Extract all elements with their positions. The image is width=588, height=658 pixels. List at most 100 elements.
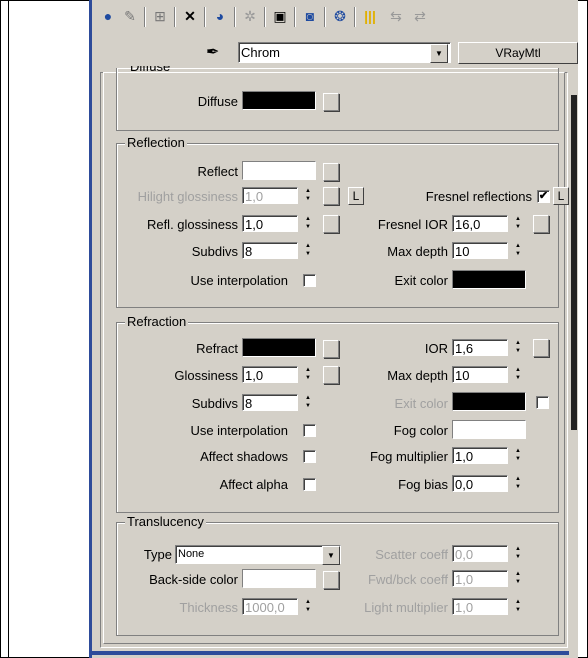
affect-shadows-checkbox[interactable] bbox=[303, 450, 316, 463]
eyedropper-icon[interactable]: ✒ bbox=[206, 42, 219, 62]
light-multiplier-spinner[interactable]: ▲ ▼ bbox=[513, 598, 523, 615]
translucency-type-select[interactable]: None bbox=[175, 545, 341, 564]
go-to-parent-icon[interactable]: ||| bbox=[360, 6, 380, 26]
hilight-lock-button[interactable]: L bbox=[348, 187, 364, 205]
thickness-field[interactable]: 1000,0 bbox=[242, 598, 298, 615]
diffuse-map-button[interactable] bbox=[323, 93, 339, 111]
thickness-spinner[interactable]: ▲ ▼ bbox=[303, 598, 313, 615]
toolbar-separator bbox=[234, 7, 236, 27]
refract-color-swatch[interactable] bbox=[242, 338, 316, 357]
fresnel-ior-label: Fresnel IOR bbox=[377, 217, 448, 232]
material-type-button[interactable]: VRayMtl bbox=[458, 42, 578, 64]
refraction-subdivs-field[interactable]: 8 bbox=[242, 394, 298, 411]
fog-multiplier-spinner[interactable]: ▲ ▼ bbox=[513, 447, 523, 464]
show-in-viewport-icon[interactable]: ◙ bbox=[300, 6, 320, 26]
reflection-use-interpolation-checkbox[interactable] bbox=[303, 274, 316, 287]
diffuse-group-title: Diffuse bbox=[130, 66, 171, 74]
refraction-glossiness-field[interactable]: 1,0 bbox=[242, 366, 298, 383]
show-end-result-icon[interactable]: ❂ bbox=[330, 6, 350, 26]
fwd-bck-coeff-spinner[interactable]: ▲ ▼ bbox=[513, 570, 523, 587]
reflection-max-depth-field[interactable]: 10 bbox=[452, 242, 508, 259]
fog-bias-value: 0,0 bbox=[455, 477, 474, 492]
translucency-type-value: None bbox=[178, 548, 205, 560]
refraction-glossiness-map-button[interactable] bbox=[323, 366, 339, 384]
material-effects-icon[interactable]: ✲ bbox=[240, 6, 260, 26]
refraction-max-depth-spinner[interactable]: ▲ ▼ bbox=[513, 366, 523, 383]
fresnel-ior-spinner[interactable]: ▲ ▼ bbox=[513, 215, 523, 232]
fresnel-reflections-checkbox[interactable]: ✔ bbox=[537, 190, 550, 203]
reflect-color-swatch[interactable] bbox=[242, 161, 316, 180]
translucency-type-label: Type bbox=[143, 547, 172, 562]
reflect-map-button[interactable] bbox=[323, 163, 339, 181]
refraction-glossiness-spinner[interactable]: ▲ ▼ bbox=[303, 366, 313, 383]
refraction-subdivs-spinner[interactable]: ▲ ▼ bbox=[303, 394, 313, 411]
refl-glossiness-spinner[interactable]: ▲ ▼ bbox=[303, 215, 313, 232]
toolbar-separator bbox=[354, 7, 356, 27]
left-divider bbox=[8, 0, 9, 658]
translucency-type-dropdown-icon[interactable]: ▼ bbox=[322, 546, 340, 565]
go-forward-sibling-icon[interactable]: ⇆ bbox=[386, 6, 406, 26]
refract-map-button[interactable] bbox=[323, 340, 339, 358]
fresnel-ior-map-button[interactable] bbox=[533, 215, 549, 233]
panel-bottom-border bbox=[89, 651, 569, 655]
fresnel-ior-field[interactable]: 16,0 bbox=[452, 215, 508, 232]
reflection-max-depth-spinner[interactable]: ▲ ▼ bbox=[513, 242, 523, 259]
refl-glossiness-field[interactable]: 1,0 bbox=[242, 215, 298, 232]
fog-multiplier-field[interactable]: 1,0 bbox=[452, 447, 508, 464]
back-side-color-map-button[interactable] bbox=[323, 571, 339, 589]
refraction-max-depth-field[interactable]: 10 bbox=[452, 366, 508, 383]
toolbar-separator bbox=[324, 7, 326, 27]
refraction-exit-color-swatch[interactable] bbox=[452, 392, 526, 411]
reflection-group-title: Reflection bbox=[125, 135, 187, 150]
refraction-use-interpolation-checkbox[interactable] bbox=[303, 424, 316, 437]
material-name-dropdown-icon[interactable]: ▼ bbox=[430, 44, 448, 63]
put-to-library-icon[interactable]: ▣ bbox=[270, 6, 290, 26]
back-side-color-swatch[interactable] bbox=[242, 569, 316, 588]
scrollbar-thumb[interactable] bbox=[571, 95, 577, 430]
toolbar-separator bbox=[264, 7, 266, 27]
delete-icon[interactable]: ✕ bbox=[180, 6, 200, 26]
hilight-glossiness-label: Hilight glossiness bbox=[137, 189, 238, 204]
refraction-subdivs-value: 8 bbox=[245, 396, 253, 411]
material-toolbar: ● ✎ ⊞ ✕ ◕ ✲ ▣ ◙ ❂ ||| ⇆ ⇄ bbox=[96, 3, 566, 31]
refract-label: Refract bbox=[196, 341, 238, 356]
light-multiplier-field[interactable]: 1,0 bbox=[452, 598, 508, 615]
ior-map-button[interactable] bbox=[533, 339, 549, 357]
hilight-glossiness-map-button[interactable] bbox=[323, 187, 339, 205]
reflection-subdivs-field[interactable]: 8 bbox=[242, 242, 298, 259]
hilight-glossiness-spinner[interactable]: ▲ ▼ bbox=[303, 187, 313, 204]
pick-material-icon[interactable]: ⇄ bbox=[410, 6, 430, 26]
scatter-coeff-spinner[interactable]: ▲ ▼ bbox=[513, 545, 523, 562]
reflect-label: Reflect bbox=[197, 164, 238, 179]
fog-color-swatch[interactable] bbox=[452, 420, 526, 439]
put-to-scene-icon[interactable]: ⊞ bbox=[150, 6, 170, 26]
refraction-exit-color-checkbox[interactable] bbox=[536, 396, 549, 409]
scatter-coeff-value: 0,0 bbox=[455, 547, 474, 562]
sphere-icon[interactable]: ● bbox=[98, 6, 118, 26]
light-multiplier-value: 1,0 bbox=[455, 600, 474, 615]
diffuse-color-swatch[interactable] bbox=[242, 91, 316, 110]
reflection-exit-color-label: Exit color bbox=[394, 273, 448, 288]
make-unique-icon[interactable]: ◕ bbox=[210, 6, 230, 26]
reflection-subdivs-spinner[interactable]: ▲ ▼ bbox=[303, 242, 313, 259]
ior-field[interactable]: 1,6 bbox=[452, 339, 508, 356]
fwd-bck-coeff-field[interactable]: 1,0 bbox=[452, 570, 508, 587]
fog-bias-label: Fog bias bbox=[398, 477, 448, 492]
refl-glossiness-map-button[interactable] bbox=[323, 215, 339, 233]
fresnel-lock-button[interactable]: L bbox=[553, 187, 569, 205]
material-type-label: VRayMtl bbox=[495, 46, 541, 60]
refl-glossiness-value: 1,0 bbox=[245, 217, 264, 232]
ior-spinner[interactable]: ▲ ▼ bbox=[513, 339, 523, 356]
toolbar-separator bbox=[174, 7, 176, 27]
material-name-field[interactable]: Chrom bbox=[238, 42, 451, 63]
fog-bias-field[interactable]: 0,0 bbox=[452, 475, 508, 492]
reflection-exit-color-swatch[interactable] bbox=[452, 270, 526, 289]
scatter-coeff-field[interactable]: 0,0 bbox=[452, 545, 508, 562]
fresnel-ior-value: 16,0 bbox=[455, 217, 481, 232]
affect-alpha-checkbox[interactable] bbox=[303, 478, 316, 491]
refraction-subdivs-label: Subdivs bbox=[191, 396, 238, 411]
reflection-subdivs-label: Subdivs bbox=[191, 244, 238, 259]
material-map-icon[interactable]: ✎ bbox=[120, 6, 140, 26]
hilight-glossiness-field[interactable]: 1,0 bbox=[242, 187, 298, 204]
fog-bias-spinner[interactable]: ▲ ▼ bbox=[513, 475, 523, 492]
